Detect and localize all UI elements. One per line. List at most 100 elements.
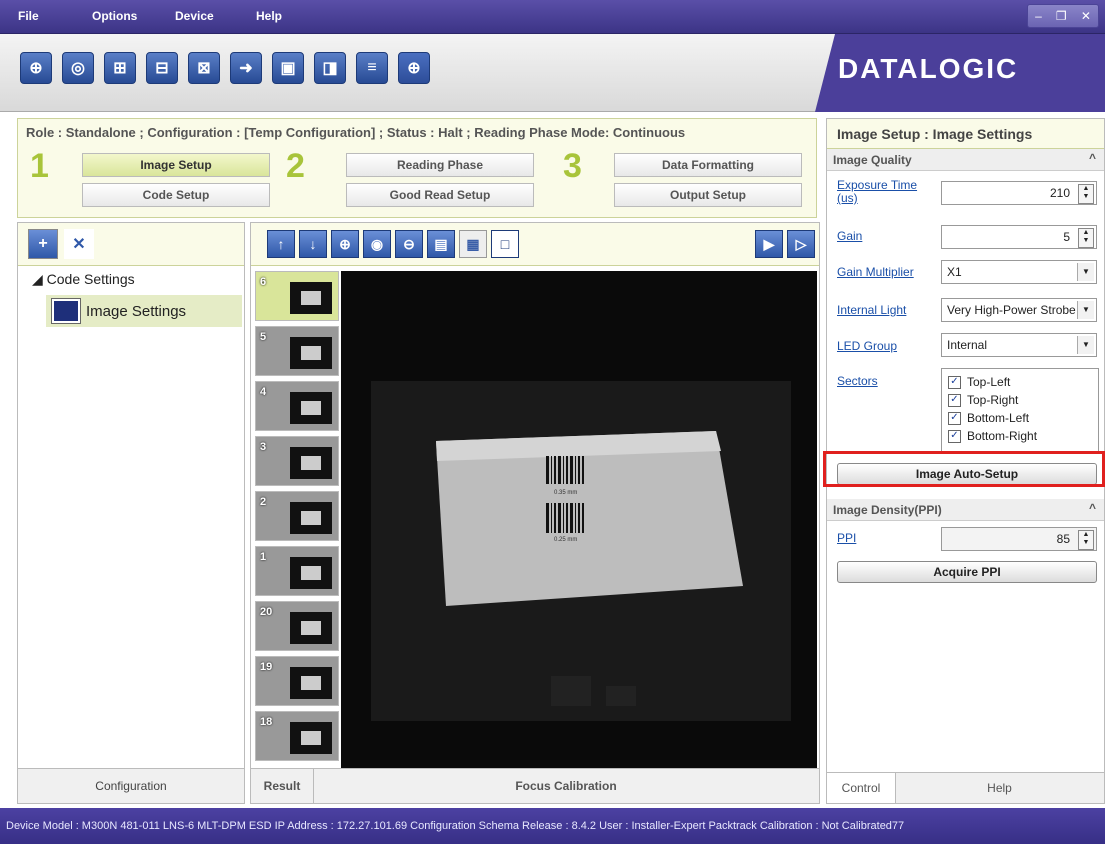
tree-node-code-settings[interactable]: ◢ Code Settings: [32, 271, 135, 288]
target-icon[interactable]: ⊕: [398, 52, 430, 84]
thumbnail[interactable]: 1: [255, 546, 339, 596]
spinner-icon[interactable]: ▲ ▼: [1078, 530, 1094, 550]
sector-bottom-left[interactable]: ✓ Bottom-Left: [948, 411, 1029, 425]
export-icon[interactable]: ➜: [230, 52, 262, 84]
captured-image-scene: 0.35 mm 0.25 mm: [341, 271, 817, 769]
exposure-time-label[interactable]: Exposure Time (us): [837, 179, 933, 205]
add-icon[interactable]: +: [28, 229, 58, 259]
barcode-label-1: 0.35 mm: [554, 490, 577, 496]
status-bar: Device Model : M300N 481-011 LNS-6 MLT-D…: [0, 808, 1105, 844]
exposure-time-field[interactable]: 210 ▲ ▼: [941, 181, 1097, 205]
gain-multiplier-select[interactable]: X1 ▼: [941, 260, 1097, 284]
output-setup-button[interactable]: Output Setup: [614, 183, 802, 207]
send-icon[interactable]: ▣: [272, 52, 304, 84]
step-forward-icon[interactable]: ▷: [787, 230, 815, 258]
thumbnail[interactable]: 20: [255, 601, 339, 651]
close-icon[interactable]: ✕: [1081, 9, 1091, 23]
image-density-header[interactable]: Image Density(PPI) ^: [827, 499, 1104, 521]
chevron-down-icon[interactable]: ▼: [1077, 301, 1094, 319]
thumbnail[interactable]: 5: [255, 326, 339, 376]
arrow-down-icon[interactable]: ↓: [299, 230, 327, 258]
result-tab[interactable]: Result: [251, 769, 314, 803]
open-config-icon[interactable]: ⊞: [104, 52, 136, 84]
barcode-label-2: 0.25 mm: [554, 537, 577, 543]
arrow-up-icon[interactable]: ↑: [267, 230, 295, 258]
minimize-icon[interactable]: –: [1035, 9, 1042, 23]
thumbnail[interactable]: 6: [255, 271, 339, 321]
thumbnail[interactable]: 3: [255, 436, 339, 486]
ppi-label[interactable]: PPI: [837, 531, 856, 545]
menu-options[interactable]: Options: [92, 9, 137, 23]
checkbox-checked-icon[interactable]: ✓: [948, 411, 961, 425]
step-1-badge: 1: [30, 147, 49, 185]
sector-label: Top-Right: [967, 393, 1019, 407]
checkbox-checked-icon[interactable]: ✓: [948, 393, 961, 407]
image-quality-header[interactable]: Image Quality ^: [827, 149, 1104, 171]
sector-top-left[interactable]: ✓ Top-Left: [948, 375, 1010, 389]
chevron-down-icon[interactable]: ▼: [1077, 336, 1094, 354]
menu-file[interactable]: File: [18, 9, 39, 23]
led-group-label[interactable]: LED Group: [837, 339, 897, 353]
play-icon[interactable]: ▶: [755, 230, 783, 258]
thumbnail-number: 18: [260, 716, 273, 728]
receive-icon[interactable]: ◨: [314, 52, 346, 84]
zoom-reset-icon[interactable]: ◉: [363, 230, 391, 258]
thumbnail-strip: 6 5 4 3 2 1 20 19 18: [255, 271, 339, 769]
thumbnail-number: 4: [260, 386, 267, 398]
grid-icon[interactable]: ▦: [459, 230, 487, 258]
sectors-label[interactable]: Sectors: [837, 374, 878, 388]
step-2-badge: 2: [286, 147, 305, 185]
zoom-out-icon[interactable]: ⊖: [395, 230, 423, 258]
led-group-select[interactable]: Internal ▼: [941, 333, 1097, 357]
connect-icon[interactable]: ⊕: [20, 52, 52, 84]
configuration-tab[interactable]: Configuration: [18, 768, 244, 803]
collapse-icon[interactable]: ^: [1089, 151, 1096, 165]
restore-icon[interactable]: ❐: [1056, 9, 1067, 23]
acquire-ppi-button[interactable]: Acquire PPI: [837, 561, 1097, 583]
captured-image[interactable]: 0.35 mm 0.25 mm: [341, 271, 817, 769]
checkbox-checked-icon[interactable]: ✓: [948, 375, 961, 389]
good-read-setup-button[interactable]: Good Read Setup: [346, 183, 534, 207]
image-viewer-panel: ↑ ↓ ⊕ ◉ ⊖ ▤ ▦ □ ▶ ▷ 6 5 4 3 2 1 20 19 18: [250, 222, 820, 804]
menu-device[interactable]: Device: [175, 9, 214, 23]
role-status-text: Role : Standalone ; Configuration : [Tem…: [26, 125, 686, 140]
gain-multiplier-label[interactable]: Gain Multiplier: [837, 265, 914, 279]
ppi-field[interactable]: 85 ▲ ▼: [941, 527, 1097, 551]
thumbnail[interactable]: 4: [255, 381, 339, 431]
internal-light-label[interactable]: Internal Light: [837, 303, 906, 317]
reading-phase-button[interactable]: Reading Phase: [346, 153, 534, 177]
collapse-icon[interactable]: ^: [1089, 501, 1096, 515]
data-formatting-button[interactable]: Data Formatting: [614, 153, 802, 177]
gain-label[interactable]: Gain: [837, 229, 862, 243]
help-tab[interactable]: Help: [895, 773, 1104, 803]
sector-bottom-right[interactable]: ✓ Bottom-Right: [948, 429, 1037, 443]
menu-help[interactable]: Help: [256, 9, 282, 23]
save-as-icon[interactable]: ⊠: [188, 52, 220, 84]
tree-node-image-settings[interactable]: Image Settings: [46, 295, 242, 327]
code-setup-button[interactable]: Code Setup: [82, 183, 270, 207]
field-value: X1: [947, 265, 962, 279]
sector-top-right[interactable]: ✓ Top-Right: [948, 393, 1018, 407]
chevron-down-icon[interactable]: ▼: [1077, 263, 1094, 281]
menu-bar: File Options Device Help – ❐ ✕: [0, 0, 1105, 34]
delete-icon[interactable]: ✕: [64, 229, 94, 259]
frame-icon[interactable]: □: [491, 230, 519, 258]
sector-label: Top-Left: [967, 375, 1011, 389]
diagnostics-icon[interactable]: ≡: [356, 52, 388, 84]
focus-calibration-tab[interactable]: Focus Calibration: [313, 769, 819, 803]
image-setup-button[interactable]: Image Setup: [82, 153, 270, 177]
thumbnail[interactable]: 18: [255, 711, 339, 761]
thumbnail[interactable]: 19: [255, 656, 339, 706]
thumbnail[interactable]: 2: [255, 491, 339, 541]
gain-field[interactable]: 5 ▲ ▼: [941, 225, 1097, 249]
save-image-icon[interactable]: ▤: [427, 230, 455, 258]
control-tab[interactable]: Control: [827, 773, 896, 803]
spinner-icon[interactable]: ▲ ▼: [1078, 184, 1094, 204]
save-config-icon[interactable]: ⊟: [146, 52, 178, 84]
checkbox-checked-icon[interactable]: ✓: [948, 429, 961, 443]
spinner-icon[interactable]: ▲ ▼: [1078, 228, 1094, 248]
discover-icon[interactable]: ◎: [62, 52, 94, 84]
internal-light-select[interactable]: Very High-Power Strobe ▼: [941, 298, 1097, 322]
field-value: 210: [1049, 186, 1070, 200]
zoom-in-icon[interactable]: ⊕: [331, 230, 359, 258]
